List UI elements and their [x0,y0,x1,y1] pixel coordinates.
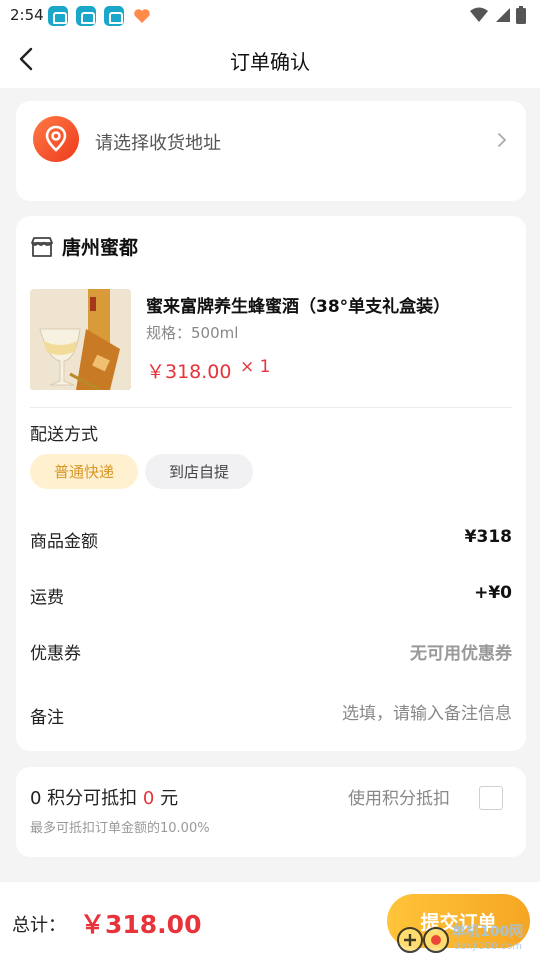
shipping-fee-value: +¥0 [474,583,512,603]
use-points-checkbox[interactable] [479,786,503,810]
coupon-label: 优惠券 [30,644,81,664]
heart-app-icon [132,6,152,26]
goods-amount-value: ¥318 [464,527,512,547]
product-spec: 规格：500ml [146,324,239,342]
page-header: 订单确认 [0,32,540,88]
shop-header: 唐州蜜都 [30,233,138,260]
address-selector[interactable]: 请选择收货地址 [16,101,526,201]
signal-icon [496,8,510,22]
divider [30,407,512,408]
points-deduction-text: 0 积分可抵扣 0 元 [30,784,178,810]
use-points-label: 使用积分抵扣 [348,789,450,809]
goods-amount-label: 商品金额 [30,532,98,552]
address-placeholder: 请选择收货地址 [95,133,221,154]
status-time: 2:54 [10,6,44,24]
store-icon [31,236,53,257]
system-icons [470,6,526,24]
points-prefix: 0 积分可抵扣 [30,788,143,809]
app-notification-icon [48,6,68,26]
note-input[interactable] [252,701,512,727]
location-pin-icon [33,116,79,162]
watermark-logo: 单机100网 danji100.com [396,920,536,958]
delivery-option-express[interactable]: 普通快递 [30,454,138,489]
app-notification-icon [104,6,124,26]
points-card: 0 积分可抵扣 0 元 最多可抵扣订单金额的10.00% 使用积分抵扣 [16,767,526,857]
points-suffix: 元 [154,788,179,809]
app-notification-icon [76,6,96,26]
product-image[interactable] [30,289,131,390]
shop-name: 唐州蜜都 [62,237,139,259]
battery-icon [516,6,526,24]
watermark-text: 单机100网 [452,924,524,940]
points-max-hint: 最多可抵扣订单金额的10.00% [30,821,210,836]
chevron-right-icon [498,133,507,147]
status-bar: 2:54 [0,0,540,32]
page-title: 订单确认 [230,50,310,74]
points-amount: 0 [142,788,155,809]
product-price: ￥318.00 [146,361,232,383]
product-quantity: × 1 [240,357,271,377]
delivery-option-pickup[interactable]: 到店自提 [145,454,253,489]
product-name[interactable]: 蜜来富牌养生蜂蜜酒（38°单支礼盒装） [146,292,516,317]
total-value: ￥318.00 [80,910,202,939]
wifi-icon [470,7,488,22]
order-details-card: 唐州蜜都 蜜来富牌养生蜂蜜酒（38°单支礼盒装） 规格：500ml ￥318.0… [16,216,526,751]
delivery-method-label: 配送方式 [30,425,98,445]
shipping-fee-label: 运费 [30,588,64,608]
note-label: 备注 [30,708,64,728]
coupon-value[interactable]: 无可用优惠券 [410,639,512,664]
total-label: 总计： [12,915,66,936]
notification-icons [48,6,152,26]
watermark-url: danji100.com [454,941,522,952]
